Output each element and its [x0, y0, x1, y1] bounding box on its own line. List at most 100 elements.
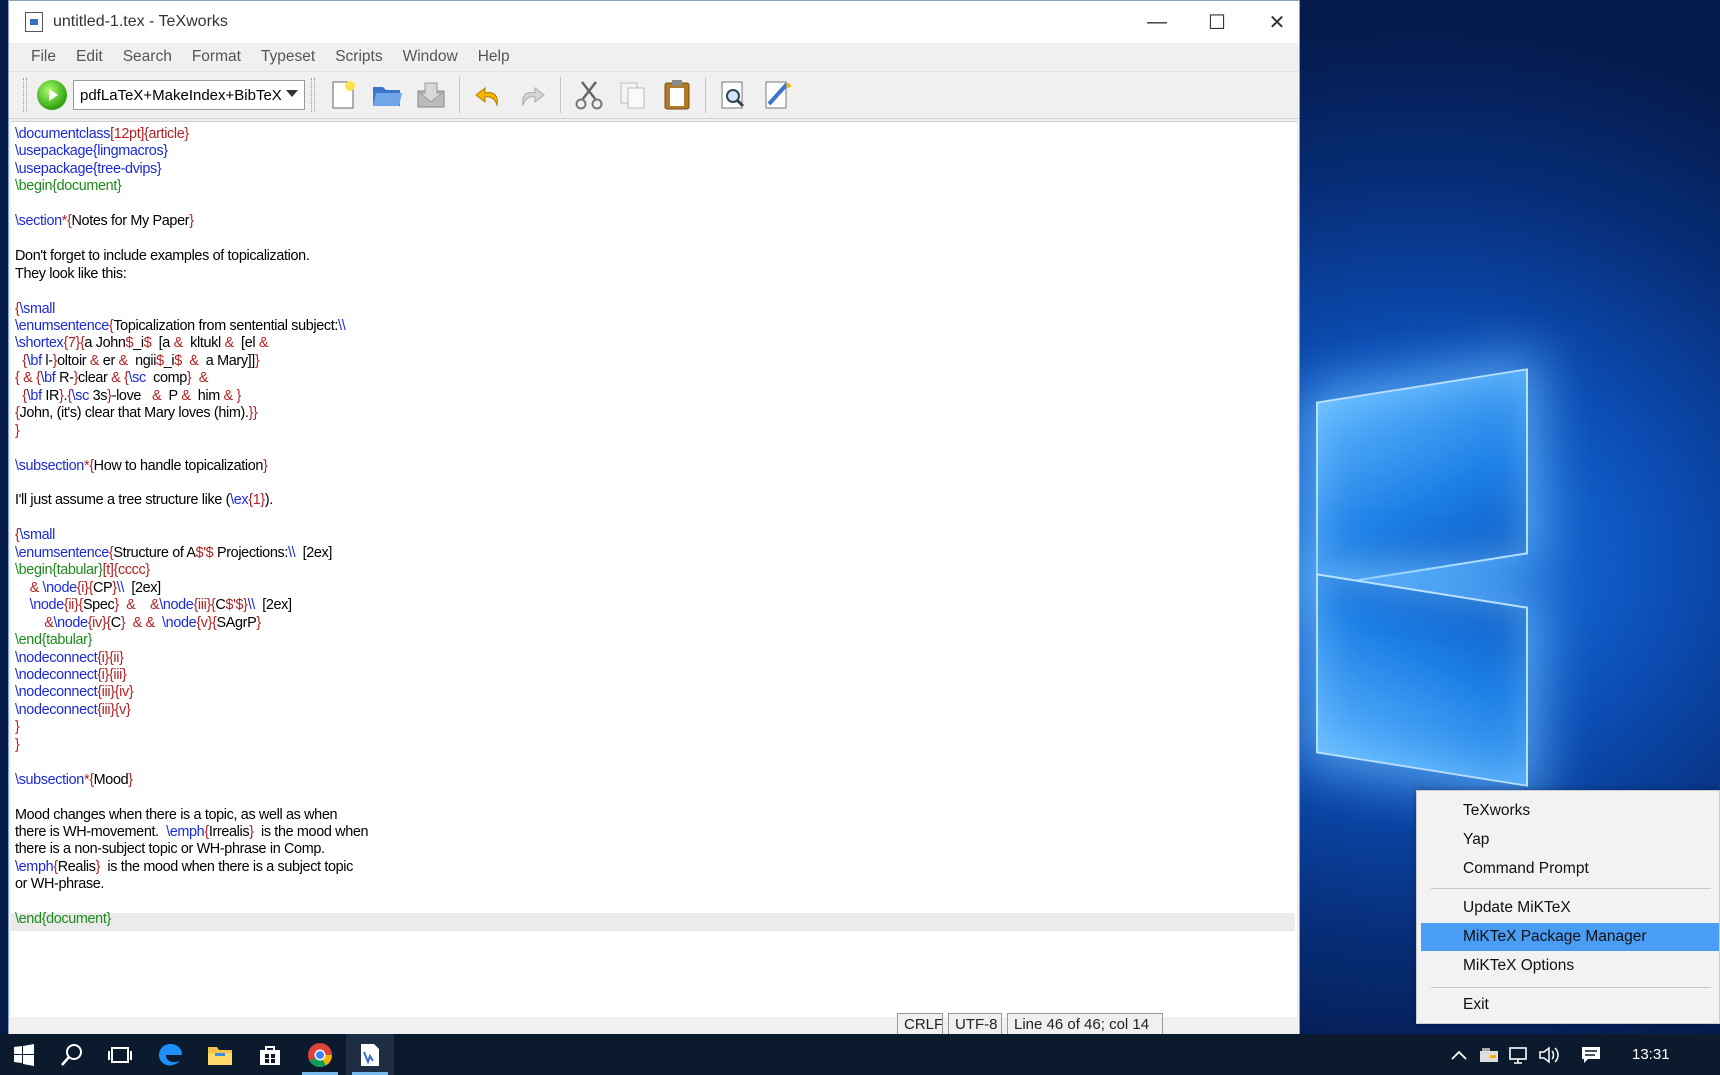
code-line[interactable]: \usepackage{tree-dvips} [15, 161, 162, 178]
code-line[interactable]: & \node{i}{CP}\\ [2ex] [15, 580, 162, 597]
menu-item-miktex-options[interactable]: MiKTeX Options [1421, 952, 1719, 980]
code-line[interactable]: \nodeconnect{iii}{v} [15, 702, 131, 719]
code-line[interactable]: } [15, 423, 20, 440]
maximize-button[interactable]: ☐ [1187, 1, 1247, 43]
taskbar-edge[interactable] [146, 1034, 194, 1075]
code-line[interactable]: &\node{iv}{C} & & \node{v}{SAgrP} [15, 615, 261, 632]
title-bar[interactable]: untitled-1.tex - TeXworks — ☐ ✕ [9, 1, 1299, 43]
menu-window[interactable]: Window [393, 48, 468, 66]
code-line[interactable]: \subsection*{Mood} [15, 772, 133, 789]
taskbar-store[interactable] [246, 1034, 294, 1075]
save-button[interactable] [411, 75, 451, 115]
code-line[interactable]: {\small [15, 301, 55, 318]
menu-item-texworks[interactable]: TeXworks [1421, 797, 1719, 825]
menu-edit[interactable]: Edit [66, 48, 113, 66]
code-line[interactable]: Mood changes when there is a topic, as w… [15, 807, 337, 824]
code-line[interactable]: \usepackage{lingmacros} [15, 143, 168, 160]
code-line[interactable]: \end{document} [15, 911, 111, 928]
code-line[interactable]: \nodeconnect{i}{iii} [15, 667, 127, 684]
open-button[interactable] [367, 75, 407, 115]
code-line[interactable]: \enumsentence{Structure of A$'$ Projecti… [15, 545, 332, 562]
close-button[interactable]: ✕ [1247, 1, 1307, 43]
code-line[interactable]: {John, (it's) clear that Mary loves (him… [15, 405, 258, 422]
menu-typeset[interactable]: Typeset [251, 48, 325, 66]
code-line[interactable]: They look like this: [15, 265, 127, 283]
code-line[interactable]: there is WH-movement. \emph{Irrealis} is… [15, 824, 369, 841]
code-text: Notes for My Paper [71, 213, 190, 230]
start-button[interactable] [0, 1034, 48, 1075]
cut-button[interactable] [569, 75, 609, 115]
code-line[interactable]: \nodeconnect{iii}{iv} [15, 684, 134, 701]
taskbar-texworks[interactable] [346, 1034, 394, 1075]
menu-item-update-miktex[interactable]: Update MiKTeX [1421, 894, 1719, 922]
menu-item-package-manager[interactable]: MiKTeX Package Manager [1421, 923, 1719, 951]
menu-search[interactable]: Search [113, 48, 182, 66]
code-line[interactable]: \documentclass[12pt]{article} [15, 126, 189, 143]
miktex-tray-button[interactable] [1474, 1034, 1504, 1075]
toolbar-grip[interactable] [311, 78, 315, 112]
menu-file[interactable]: File [21, 48, 66, 66]
code-line[interactable]: \shortex{7}{a John$_i$ [a & kltukl & [el… [15, 335, 268, 352]
code-token: & & [132, 614, 156, 631]
code-line[interactable]: \emph{Realis} is the mood when there is … [15, 859, 353, 876]
code-token: \\ [338, 317, 346, 334]
maximize-icon: ☐ [1208, 11, 1226, 34]
network-tray-button[interactable] [1504, 1034, 1534, 1075]
code-line[interactable]: \node{ii}{Spec} & &\node{iii}{C$'$}\\ [2… [15, 597, 292, 614]
encoding-indicator[interactable]: UTF-8 [948, 1013, 1002, 1035]
code-line[interactable]: \subsection*{How to handle topicalizatio… [15, 458, 268, 475]
paste-button[interactable] [657, 75, 697, 115]
code-line[interactable]: \begin{document} [15, 178, 122, 195]
toolbar-grip[interactable] [23, 78, 27, 112]
toolbar: pdfLaTeX+MakeIndex+BibTeX [9, 71, 1299, 119]
code-line[interactable]: \enumsentence{Topicalization from senten… [15, 317, 346, 335]
code-line[interactable]: { & {\bf R-}clear & {\sc comp} & [15, 370, 208, 387]
code-text: there is WH-movement. [15, 824, 167, 840]
code-text: They look like this: [15, 265, 127, 282]
menu-item-exit[interactable]: Exit [1421, 991, 1719, 1019]
code-token: $'$ [195, 544, 214, 561]
taskbar-chrome[interactable] [296, 1034, 344, 1075]
code-line[interactable]: \section*{Notes for My Paper} [15, 213, 194, 230]
engine-select[interactable]: pdfLaTeX+MakeIndex+BibTeX [73, 80, 305, 110]
code-line[interactable]: Don't forget to include examples of topi… [15, 248, 310, 265]
code-line[interactable]: {\bf l-}oltoir & er & ngii$_i$ & a Mary]… [15, 353, 260, 370]
source-editor[interactable]: \documentclass[12pt]{article} \usepackage… [11, 121, 1297, 1017]
code-token: \small [19, 300, 55, 317]
code-line[interactable]: \nodeconnect{i}{ii} [15, 650, 124, 667]
copy-button[interactable] [613, 75, 653, 115]
code-line[interactable]: I'll just assume a tree structure like (… [15, 492, 277, 509]
volume-tray-button[interactable] [1534, 1034, 1564, 1075]
cursor-position-indicator[interactable]: Line 46 of 46; col 14 [1007, 1013, 1163, 1035]
code-line[interactable]: \begin{tabular}[t]{cccc} [15, 562, 150, 579]
code-line[interactable]: \end{tabular} [15, 632, 92, 649]
replace-button[interactable] [758, 75, 798, 115]
search-button[interactable] [48, 1034, 96, 1075]
show-hidden-icons-button[interactable] [1444, 1034, 1474, 1075]
new-file-button[interactable] [323, 75, 363, 115]
minimize-button[interactable]: — [1127, 1, 1187, 43]
menu-help[interactable]: Help [468, 48, 520, 66]
code-line[interactable]: there is a non-subject topic or WH-phras… [15, 841, 325, 858]
line-ending-indicator[interactable]: CRLF [897, 1013, 943, 1035]
code-line[interactable]: {\small [15, 527, 55, 544]
undo-button[interactable] [468, 75, 508, 115]
task-view-button[interactable] [96, 1034, 144, 1075]
code-line[interactable]: } [15, 737, 20, 754]
menu-item-command-prompt[interactable]: Command Prompt [1421, 855, 1719, 883]
code-line[interactable]: } [15, 719, 20, 736]
code-line[interactable]: or WH-phrase. [15, 876, 104, 893]
taskbar-clock[interactable]: 13:31 [1632, 1034, 1670, 1075]
taskbar-file-explorer[interactable] [196, 1034, 244, 1075]
menu-format[interactable]: Format [182, 48, 251, 66]
code-line[interactable]: {\bf IR}.{\sc 3s}-love & P & him & } [15, 388, 241, 405]
code-token: \section [15, 213, 62, 230]
action-center-button[interactable] [1574, 1034, 1608, 1075]
menu-item-yap[interactable]: Yap [1421, 826, 1719, 854]
code-token: & [224, 335, 235, 352]
redo-button[interactable] [512, 75, 552, 115]
typeset-button[interactable] [37, 80, 67, 110]
menu-scripts[interactable]: Scripts [325, 48, 392, 66]
code-token: & [173, 335, 184, 352]
find-button[interactable] [714, 75, 754, 115]
